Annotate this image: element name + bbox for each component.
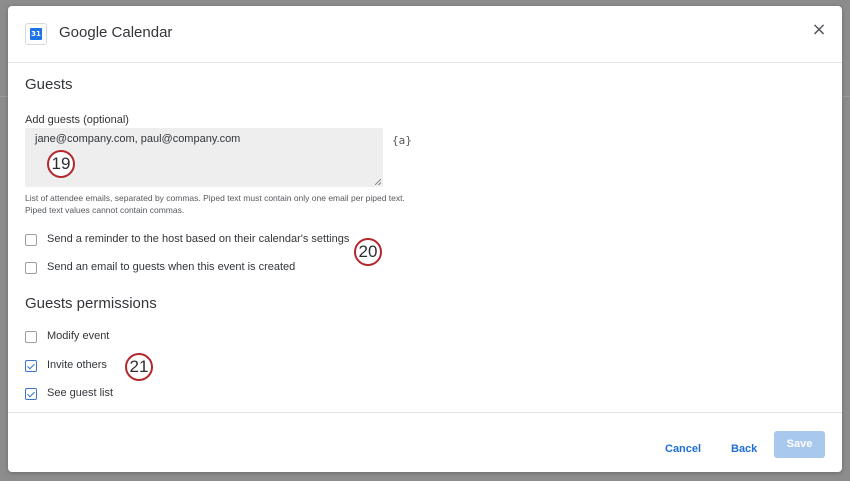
see-guest-list-checkbox[interactable]	[25, 388, 37, 400]
dialog-header: 31 Google Calendar ×	[8, 6, 842, 63]
backdrop-divider	[842, 96, 850, 97]
invite-others-label: Invite others	[47, 359, 107, 371]
back-button[interactable]: Back	[731, 443, 757, 455]
dialog-title: Google Calendar	[59, 24, 173, 41]
permissions-section-title: Guests permissions	[25, 295, 157, 312]
resize-handle-icon[interactable]	[375, 179, 381, 185]
add-guests-label: Add guests (optional)	[25, 114, 129, 126]
close-icon[interactable]: ×	[809, 20, 829, 40]
backdrop-divider	[0, 96, 8, 97]
guests-section-title: Guests	[25, 76, 73, 93]
google-calendar-icon: 31	[25, 23, 47, 45]
google-calendar-dialog: 31 Google Calendar × Guests Add guests (…	[8, 6, 842, 472]
guests-help-text: List of attendee emails, separated by co…	[25, 193, 405, 215]
cancel-button[interactable]: Cancel	[665, 443, 701, 455]
piped-text-icon[interactable]: {a}	[392, 134, 412, 147]
callout-badge: 20	[354, 238, 382, 266]
save-button[interactable]: Save	[774, 431, 825, 458]
dialog-footer: Cancel Back Save	[8, 412, 842, 472]
modify-event-label: Modify event	[47, 330, 110, 342]
add-guests-textarea[interactable]: jane@company.com, paul@company.com	[25, 128, 383, 187]
callout-badge: 19	[47, 150, 75, 178]
email-guests-checkbox[interactable]	[25, 262, 37, 274]
modify-event-checkbox[interactable]	[25, 331, 37, 343]
see-guest-list-label: See guest list	[47, 387, 114, 399]
reminder-host-label: Send a reminder to the host based on the…	[47, 233, 350, 245]
invite-others-checkbox[interactable]	[25, 360, 37, 372]
add-guests-value: jane@company.com, paul@company.com	[35, 133, 241, 145]
email-guests-label: Send an email to guests when this event …	[47, 261, 296, 273]
reminder-host-checkbox[interactable]	[25, 234, 37, 246]
callout-badge: 21	[125, 353, 153, 381]
